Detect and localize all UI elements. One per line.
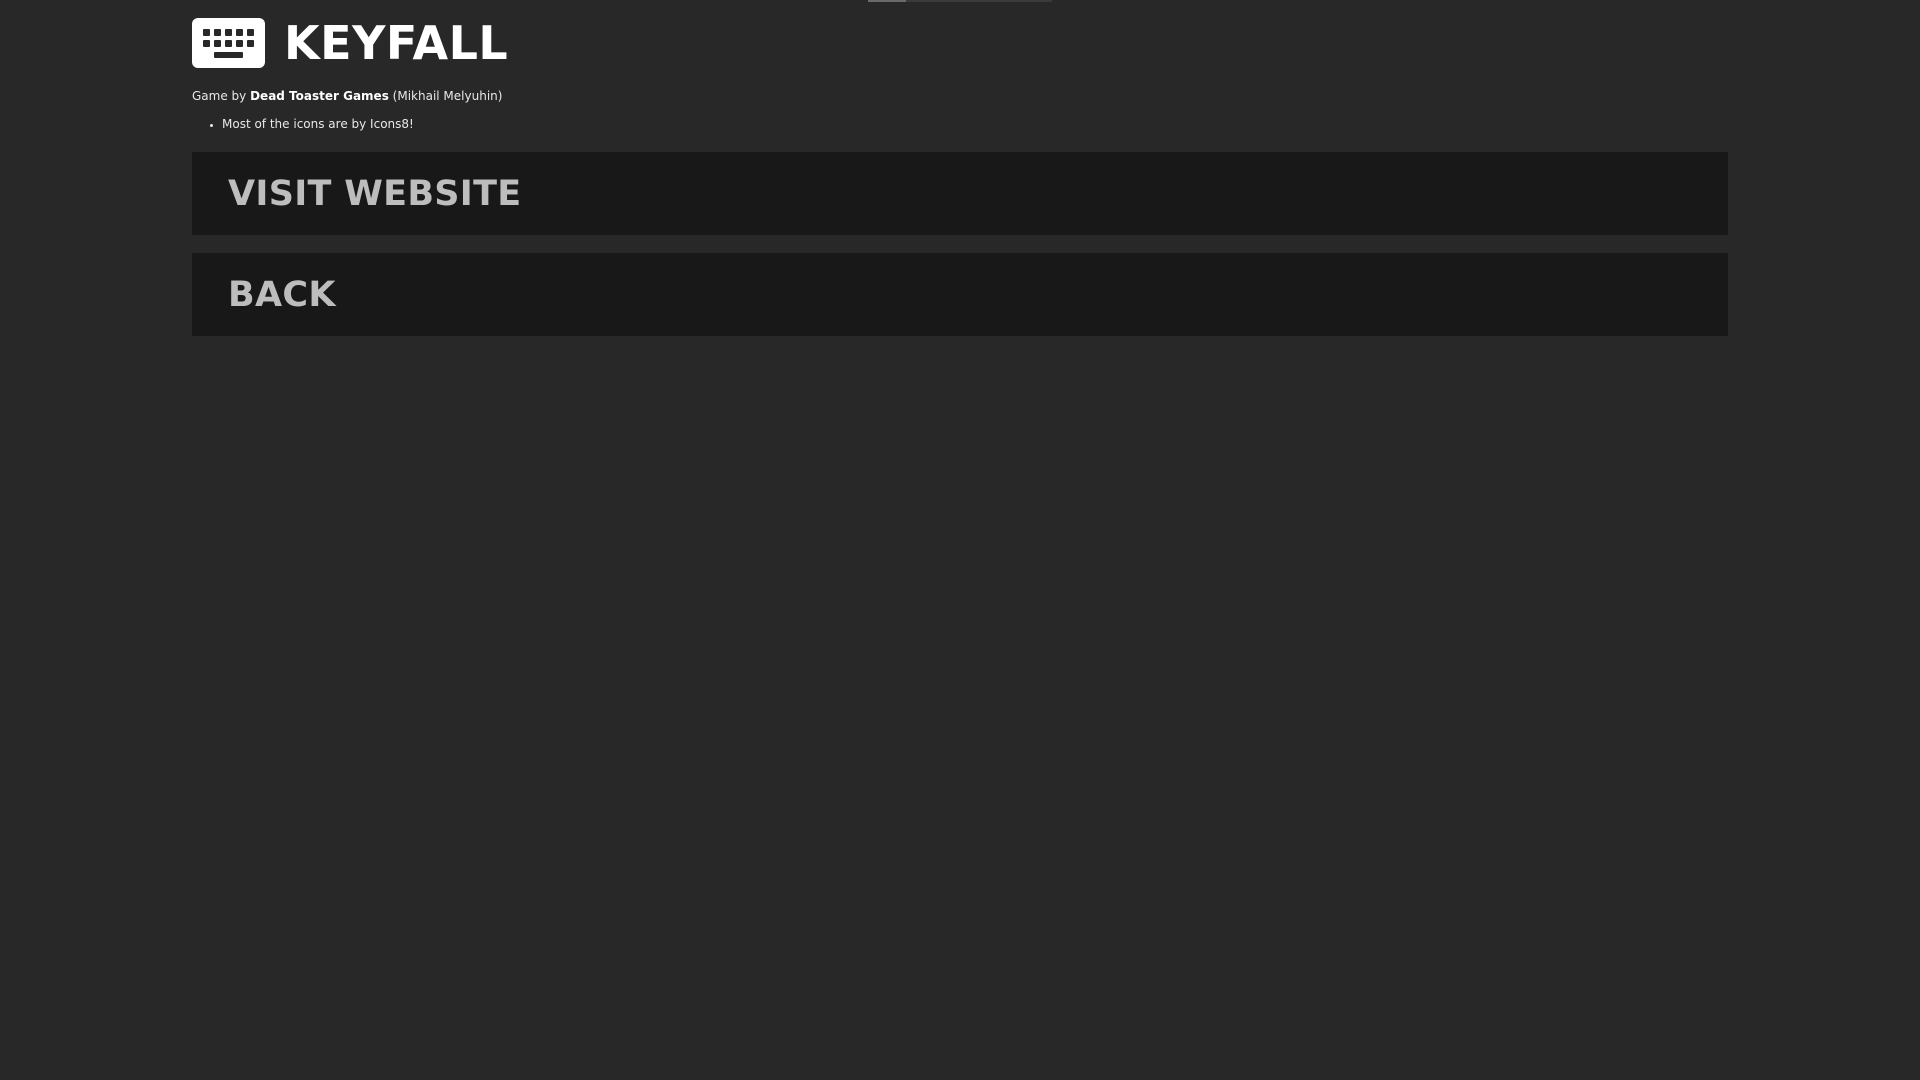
visit-website-label: VISIT WEBSITE (228, 173, 522, 214)
title-row: KEYFALL (192, 18, 1728, 68)
author-name: (Mikhail Melyuhin) (392, 89, 503, 103)
credits-line: Game by Dead Toaster Games (Mikhail Mely… (192, 89, 1728, 103)
studio-name: Dead Toaster Games (250, 89, 389, 103)
keyboard-icon (192, 18, 265, 68)
back-label: BACK (228, 274, 336, 315)
back-button[interactable]: BACK (192, 253, 1728, 336)
visit-website-button[interactable]: VISIT WEBSITE (192, 152, 1728, 235)
credits-screen: KEYFALL Game by Dead Toaster Games (Mikh… (192, 18, 1728, 336)
credits-prefix: Game by (192, 89, 247, 103)
credits-note: Most of the icons are by Icons8! (222, 117, 1728, 131)
top-tab-indicator (868, 0, 1052, 2)
game-title: KEYFALL (284, 16, 509, 70)
credits-notes: Most of the icons are by Icons8! (192, 117, 1728, 131)
top-tab-indicator-active (868, 0, 906, 2)
